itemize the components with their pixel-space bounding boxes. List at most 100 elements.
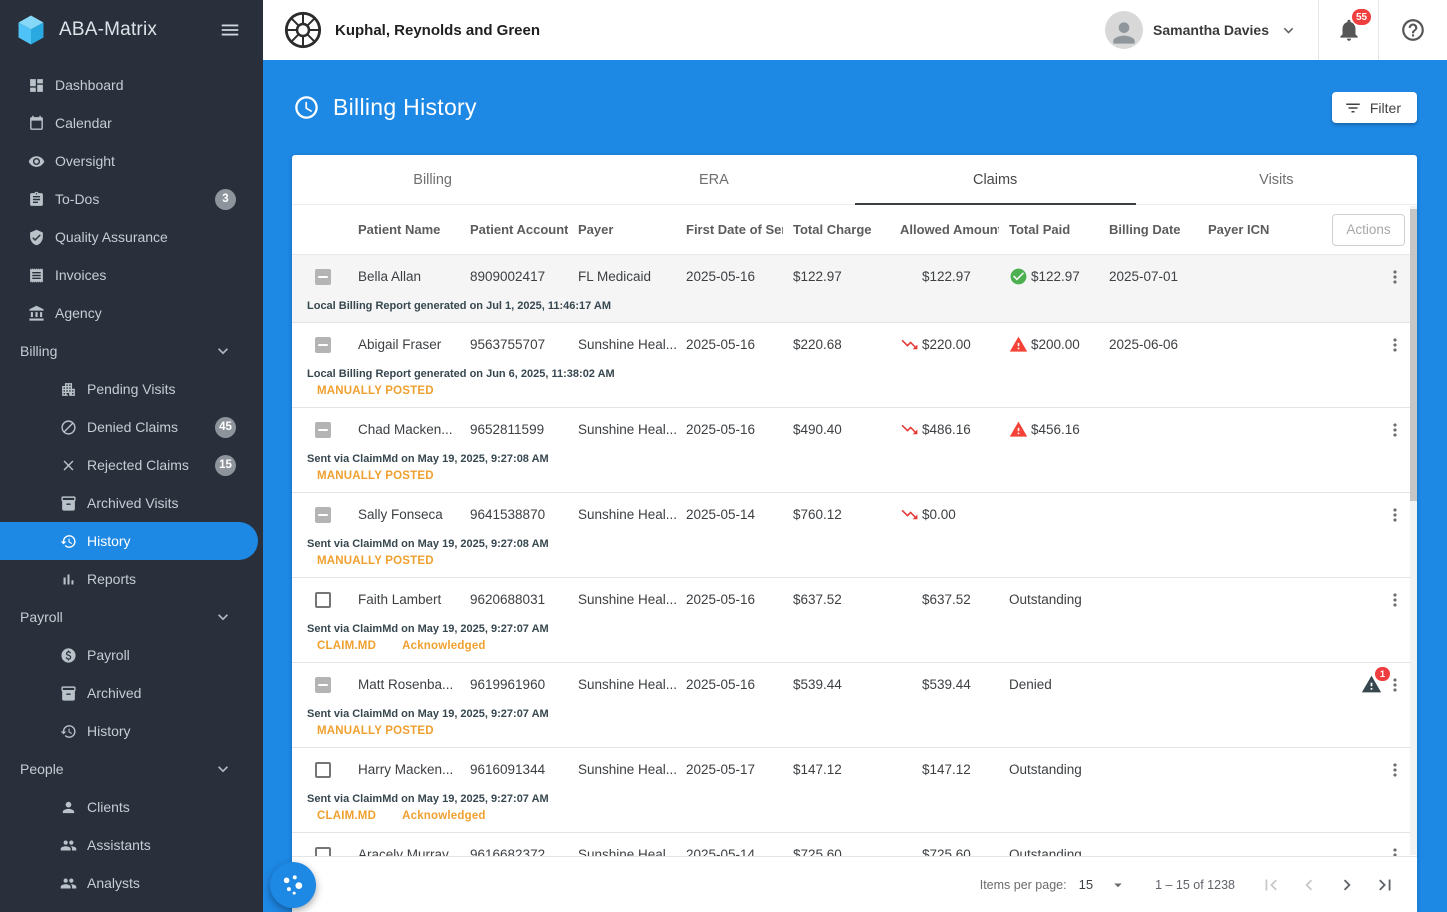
sidebar: ABA-Matrix Dashboard Calendar Oversight To-… xyxy=(0,0,263,912)
sidebar-item-denied-claims[interactable]: Denied Claims 45 xyxy=(0,408,263,446)
total-charge-cell: $760.12 xyxy=(793,507,842,522)
previous-page-button[interactable] xyxy=(1291,867,1327,903)
person-icon xyxy=(60,799,77,816)
main-area: Kuphal, Reynolds and Green Samantha Davi… xyxy=(263,0,1447,912)
row-checkbox[interactable] xyxy=(315,591,331,608)
filter-button[interactable]: Filter xyxy=(1331,92,1417,123)
column-header-payer: Payer xyxy=(578,222,614,237)
sidebar-item-agency[interactable]: Agency xyxy=(0,294,263,332)
next-page-button[interactable] xyxy=(1329,867,1365,903)
chevron-left-icon xyxy=(1298,874,1320,896)
support-fab-button[interactable] xyxy=(270,862,316,908)
sidebar-item-archived[interactable]: Archived xyxy=(0,674,263,712)
chevron-down-icon xyxy=(213,607,233,627)
tab-billing[interactable]: Billing xyxy=(292,155,573,204)
sidebar-section-payroll[interactable]: Payroll xyxy=(0,598,263,636)
sidebar-item-reports[interactable]: Reports xyxy=(0,560,263,598)
sidebar-item-rbt-coordinators[interactable]: RBT Coordinators xyxy=(0,902,263,912)
row-info-text: Local Billing Report generated on Jul 1,… xyxy=(307,300,612,312)
table-row: Faith Lambert 9620688031 Sunshine Heal... 2… xyxy=(292,578,1417,663)
sidebar-item-rejected-claims[interactable]: Rejected Claims 15 xyxy=(0,446,263,484)
total-charge-cell: $220.68 xyxy=(793,337,842,352)
patient-account-cell: 9616091344 xyxy=(470,762,546,777)
sidebar-item-history[interactable]: History xyxy=(0,522,258,560)
tab-era[interactable]: ERA xyxy=(573,155,854,204)
sidebar-item-label: Pending Visits xyxy=(87,381,176,397)
column-header-total-paid: Total Paid xyxy=(1009,222,1071,237)
tab-bar: Billing ERA Claims Visits xyxy=(292,155,1417,205)
actions-button[interactable]: Actions xyxy=(1332,213,1405,246)
sidebar-item-to-dos[interactable]: To-Dos 3 xyxy=(0,180,263,218)
sidebar-item-quality-assurance[interactable]: Quality Assurance xyxy=(0,218,263,256)
row-menu-kebab-icon[interactable] xyxy=(1385,590,1405,610)
row-checkbox[interactable] xyxy=(315,846,331,856)
sidebar-item-invoices[interactable]: Invoices xyxy=(0,256,263,294)
table-row: Harry Macken... 9616091344 Sunshine Heal..… xyxy=(292,748,1417,833)
row-checkbox[interactable] xyxy=(315,268,331,285)
patient-account-cell: 8909002417 xyxy=(470,269,546,284)
total-paid-value: Outstanding xyxy=(1009,762,1082,777)
total-paid-cell: Outstanding xyxy=(999,847,1099,856)
row-main: Faith Lambert 9620688031 Sunshine Heal... 2… xyxy=(292,578,1417,621)
page-size-select[interactable]: 15 xyxy=(1079,876,1127,894)
allowed-amount-cell: $122.97 xyxy=(890,267,999,286)
user-menu[interactable]: Samantha Davies xyxy=(1085,0,1318,60)
row-menu-kebab-icon[interactable] xyxy=(1385,760,1405,780)
sidebar-item-payroll[interactable]: Payroll xyxy=(0,636,263,674)
row-checkbox[interactable] xyxy=(315,336,331,353)
sidebar-item-oversight[interactable]: Oversight xyxy=(0,142,263,180)
allowed-amount-value: $539.44 xyxy=(922,677,971,692)
menu-icon[interactable] xyxy=(219,19,241,41)
payer-cell: Sunshine Heal... xyxy=(578,422,676,437)
row-main: Harry Macken... 9616091344 Sunshine Heal..… xyxy=(292,748,1417,791)
row-menu-kebab-icon[interactable] xyxy=(1385,420,1405,440)
sidebar-item-clients[interactable]: Clients xyxy=(0,788,263,826)
sidebar-item-analysts[interactable]: Analysts xyxy=(0,864,263,902)
total-paid-value: $200.00 xyxy=(1031,337,1080,352)
sidebar-item-calendar[interactable]: Calendar xyxy=(0,104,263,142)
tab-claims[interactable]: Claims xyxy=(854,155,1137,205)
sidebar-item-label: History xyxy=(87,533,131,549)
history-icon xyxy=(60,533,77,550)
first-page-button[interactable] xyxy=(1253,867,1289,903)
sidebar-item-archived-visits[interactable]: Archived Visits xyxy=(0,484,263,522)
app-root: ABA-Matrix Dashboard Calendar Oversight To-… xyxy=(0,0,1447,912)
row-checkbox[interactable] xyxy=(315,421,331,438)
column-header-patient-name: Patient Name xyxy=(358,222,441,237)
row-menu-kebab-icon[interactable] xyxy=(1385,267,1405,287)
row-menu-kebab-icon[interactable] xyxy=(1385,335,1405,355)
sidebar-header: ABA-Matrix xyxy=(0,0,263,60)
dashboard-icon xyxy=(28,77,45,94)
sidebar-item-assistants[interactable]: Assistants xyxy=(0,826,263,864)
column-header-allowed-amount: Allowed Amount xyxy=(900,222,999,237)
row-sub-line: CLAIM.MD Acknowledged xyxy=(292,808,1417,825)
sidebar-section-people[interactable]: People xyxy=(0,750,263,788)
sidebar-item-pending-visits[interactable]: Pending Visits xyxy=(0,370,263,408)
row-checkbox[interactable] xyxy=(315,676,331,693)
icon-spacer xyxy=(900,760,919,779)
row-checkbox[interactable] xyxy=(315,506,331,523)
posting-status-label: CLAIM.MD xyxy=(317,640,377,652)
help-button[interactable] xyxy=(1378,0,1447,60)
notifications-button[interactable]: 55 xyxy=(1318,0,1378,60)
tab-visits[interactable]: Visits xyxy=(1136,155,1417,204)
column-header-total-charge: Total Charge xyxy=(793,222,872,237)
row-checkbox[interactable] xyxy=(315,761,331,778)
column-header-first-date-of-service: First Date of Service xyxy=(686,222,783,237)
company-info: Kuphal, Reynolds and Green xyxy=(283,10,540,50)
section-label: Billing xyxy=(20,343,58,359)
row-menu-kebab-icon[interactable] xyxy=(1385,505,1405,525)
total-paid-value: Denied xyxy=(1009,677,1052,692)
claim-alert-icon[interactable]: 1 xyxy=(1361,667,1390,695)
scrollbar-thumb[interactable] xyxy=(1410,209,1417,501)
sidebar-item-dashboard[interactable]: Dashboard xyxy=(0,66,263,104)
sidebar-item-label: Payroll xyxy=(87,647,130,663)
row-menu-kebab-icon[interactable] xyxy=(1385,845,1405,856)
sidebar-section-billing[interactable]: Billing xyxy=(0,332,263,370)
posting-status-label: MANUALLY POSTED xyxy=(317,725,434,737)
sidebar-item-history[interactable]: History xyxy=(0,712,263,750)
chevron-down-icon xyxy=(213,341,233,361)
row-sub-line: MANUALLY POSTED xyxy=(292,383,1417,400)
table-body: Bella Allan 8909002417 FL Medicaid 2025-05-… xyxy=(292,255,1417,856)
last-page-button[interactable] xyxy=(1367,867,1403,903)
